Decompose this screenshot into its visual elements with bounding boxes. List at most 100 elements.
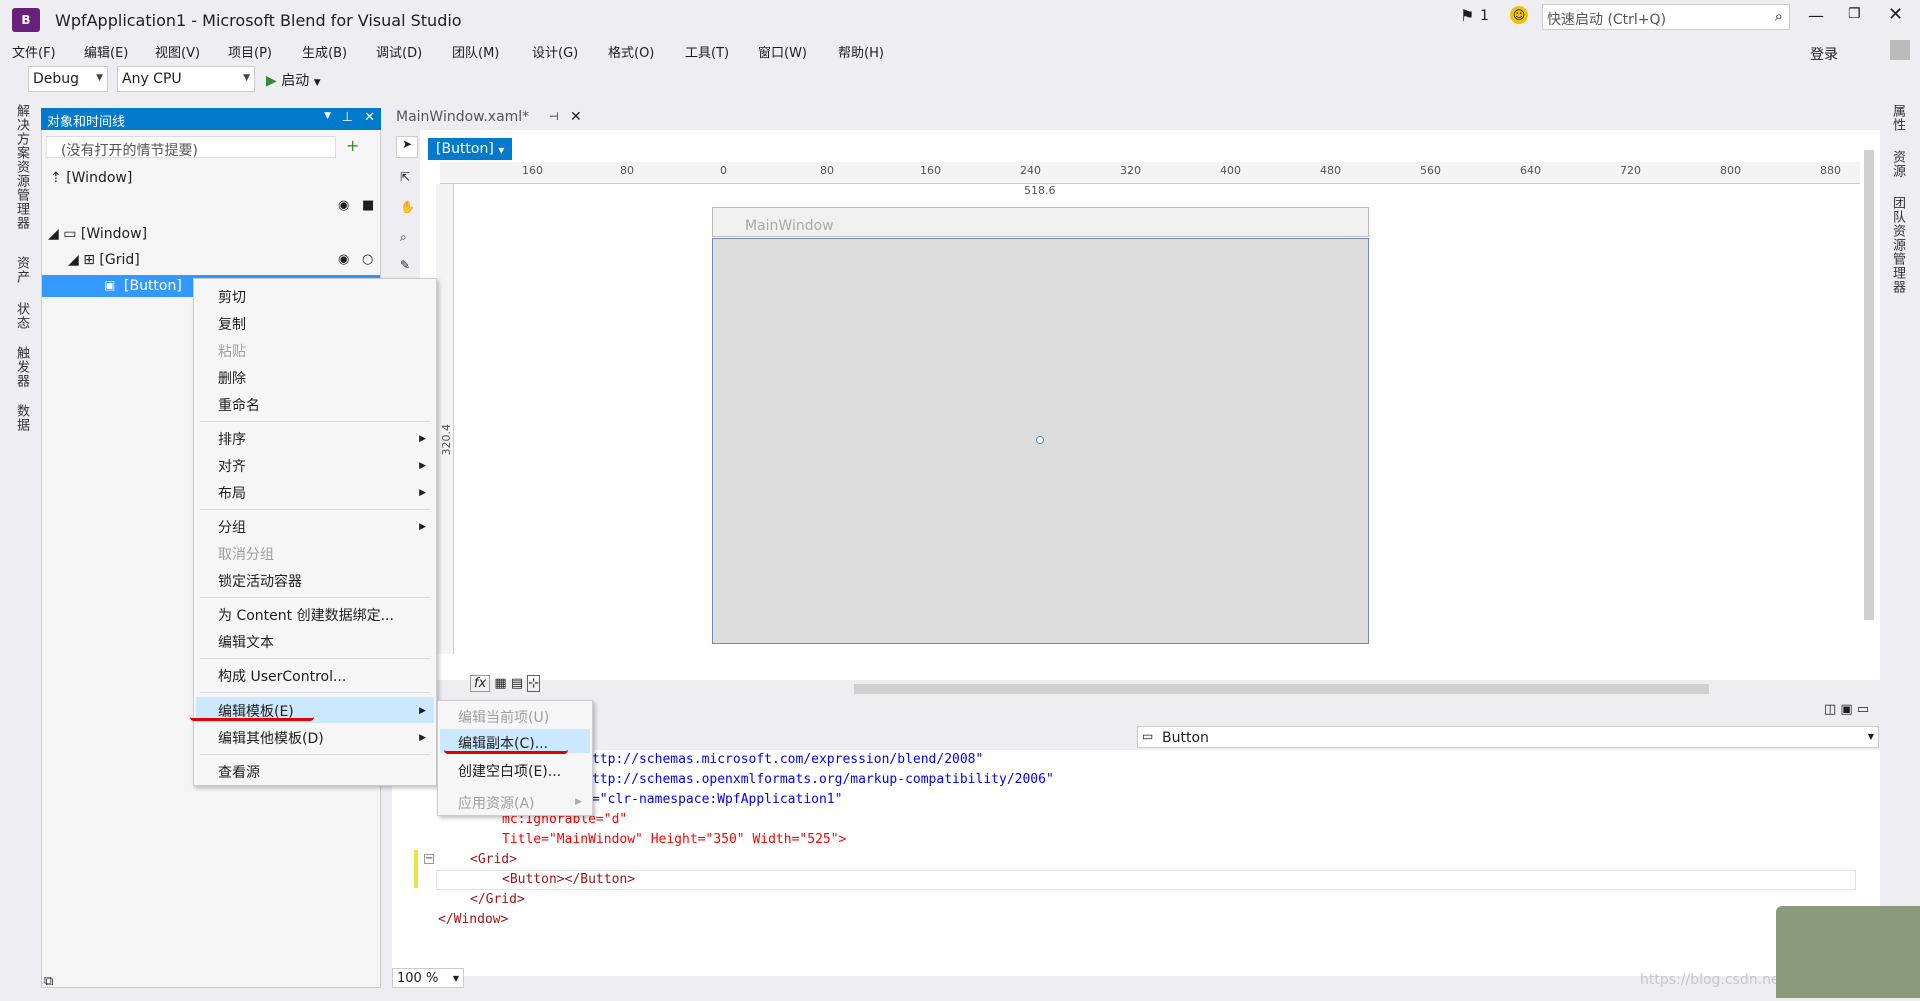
edit-template-submenu: 编辑当前项(U) 编辑副本(C)... 创建空白项(E)... 应用资源(A) … [437,700,593,816]
zoom-select[interactable]: 100 % ▼ [392,968,464,988]
element-select[interactable]: ▭ Button ▼ [1137,726,1879,748]
tree-item-grid[interactable]: ◢ ⊞ [Grid] [68,252,140,268]
panel-footer-icon[interactable]: ⧉ [44,974,53,989]
tab-properties[interactable]: 属性 [1888,104,1907,132]
collapse-icon[interactable]: − [424,854,434,864]
menu-item-paste[interactable]: 粘贴 [218,341,246,361]
quick-launch-input[interactable]: 快速启动 (Ctrl+Q) ⌕ [1542,4,1790,30]
selection-tool-icon[interactable]: ➤ [396,136,418,158]
menu-item-align[interactable]: 对齐 [218,456,246,476]
menu-item-edit-text[interactable]: 编辑文本 [218,632,274,652]
menu-file[interactable]: 文件(F) [12,42,56,61]
tab-triggers[interactable]: 触发器 [12,346,31,388]
horizontal-scrollbar[interactable] [854,684,1709,694]
config-select[interactable]: Debug ▼ [28,66,108,92]
platform-select[interactable]: Any CPU ▼ [117,66,255,92]
close-button[interactable]: ✕ [1888,4,1903,25]
menu-item-layout[interactable]: 布局 [218,483,246,503]
menu-tools[interactable]: 工具(T) [685,42,729,61]
menu-item-cut[interactable]: 剪切 [218,287,246,307]
notification-flag-icon[interactable]: ⚑ [1460,6,1474,25]
menu-item-lock-container[interactable]: 锁定活动容器 [218,571,302,591]
menu-bar: 文件(F) 编辑(E) 视图(V) 项目(P) 生成(B) 调试(D) 团队(M… [0,40,1920,64]
vertical-scrollbar[interactable] [1864,150,1874,620]
blend-logo-icon: B [12,8,40,32]
login-link[interactable]: 登录 [1810,44,1838,64]
menu-team[interactable]: 团队(M) [452,42,499,61]
menu-item-edit-current[interactable]: 编辑当前项(U) [458,707,549,727]
menu-item-delete[interactable]: 删除 [218,368,246,388]
tab-mainwindow-xaml[interactable]: MainWindow.xaml* ⊣ ✕ [392,106,592,130]
title-bar: B WpfApplication1 - Microsoft Blend for … [0,0,1920,40]
code-line: ="clr-namespace:WpfApplication1" [592,792,843,807]
menu-project[interactable]: 项目(P) [228,42,272,61]
window-root-label: [Window] [66,170,133,186]
menu-view[interactable]: 视图(V) [155,42,200,61]
split-view-buttons[interactable]: ◫ ▣ ▭ [1824,702,1869,717]
menu-item-make-usercontrol[interactable]: 构成 UserControl... [218,666,346,686]
tab-data[interactable]: 数据 [12,404,31,432]
grid-icon[interactable]: ▦ [494,676,506,691]
start-button[interactable]: ▶ 启动 ▼ [266,70,321,90]
ruler-tick: 880 [1820,164,1841,177]
tab-states[interactable]: 状态 [12,302,31,330]
menu-item-copy[interactable]: 复制 [218,314,246,334]
direct-selection-tool-icon[interactable]: ⇱ [400,170,410,184]
menu-item-ungroup[interactable]: 取消分组 [218,544,274,564]
menu-item-apply-resource[interactable]: 应用资源(A) [458,793,535,813]
tree-item-window[interactable]: ◢ ▭ [Window] [48,226,147,242]
eye-icon[interactable]: ◉ [338,198,349,213]
eyedropper-icon[interactable]: ✎ [400,258,410,272]
close-icon[interactable]: ✕ [364,110,375,125]
code-line: </Grid> [470,892,525,907]
config-value: Debug [33,71,80,87]
minimize-button[interactable]: — [1808,6,1824,25]
menu-help[interactable]: 帮助(H) [838,42,884,61]
menu-item-create-binding[interactable]: 为 Content 创建数据绑定... [218,605,394,625]
lock-icon[interactable]: ○ [362,252,373,267]
feedback-smiley-icon[interactable]: ☺ [1510,6,1528,24]
menu-debug[interactable]: 调试(D) [376,42,422,61]
chevron-right-icon: ▶ [419,434,426,444]
menu-item-group[interactable]: 分组 [218,517,246,537]
menu-window[interactable]: 窗口(W) [758,42,807,61]
menu-item-order[interactable]: 排序 [218,429,246,449]
chevron-down-icon[interactable]: ▼ [324,111,331,121]
snap-lines-icon[interactable]: ⊹ [527,675,541,692]
pin-icon[interactable]: ⊥ [342,110,353,125]
element-breadcrumb[interactable]: [Button] ▼ [428,138,512,160]
tab-label: MainWindow.xaml* [396,109,530,125]
add-storyboard-button[interactable]: + [346,136,359,155]
fx-effects-icon[interactable]: fx [470,675,491,692]
pan-hand-icon[interactable]: ✋ [400,200,415,214]
menu-separator [200,692,430,693]
menu-item-edit-other-templates[interactable]: 编辑其他模板(D) [218,728,324,748]
chevron-right-icon: ▶ [419,733,426,743]
menu-edit[interactable]: 编辑(E) [84,42,128,61]
chevron-right-icon: ▶ [419,522,426,532]
center-handle[interactable] [1036,436,1044,444]
tab-assets[interactable]: 资产 [12,256,31,284]
avatar[interactable] [1890,40,1910,60]
menu-item-create-empty[interactable]: 创建空白项(E)... [458,761,561,781]
menu-item-view-source[interactable]: 查看源 [218,762,260,782]
tab-resources[interactable]: 资源 [1888,150,1907,178]
menu-format[interactable]: 格式(O) [608,42,654,61]
snap-grid-icon[interactable]: ▤ [511,676,523,691]
tab-solution-explorer[interactable]: 解决方案资源管理器 [12,104,31,230]
menu-design[interactable]: 设计(G) [532,42,578,61]
close-icon[interactable]: ✕ [570,109,582,125]
pin-icon[interactable]: ⊣ [549,110,559,123]
menu-build[interactable]: 生成(B) [302,42,347,61]
ruler-tick: 720 [1620,164,1641,177]
menu-item-rename[interactable]: 重命名 [218,395,260,415]
lock-icon[interactable]: ■ [362,198,374,213]
window-root-item[interactable]: ⇡ [Window] [50,170,132,186]
restore-button[interactable]: ❐ [1848,6,1861,22]
storyboard-field[interactable]: (没有打开的情节提要) [46,136,336,159]
eye-icon[interactable]: ◉ [338,252,349,267]
zoom-tool-icon[interactable]: ⌕ [400,230,407,245]
designer-view-buttons: fx ▦ ▤ ⊹ [470,675,541,692]
tab-team-explorer[interactable]: 团队资源管理器 [1888,196,1907,294]
search-icon: ⌕ [1774,7,1783,25]
